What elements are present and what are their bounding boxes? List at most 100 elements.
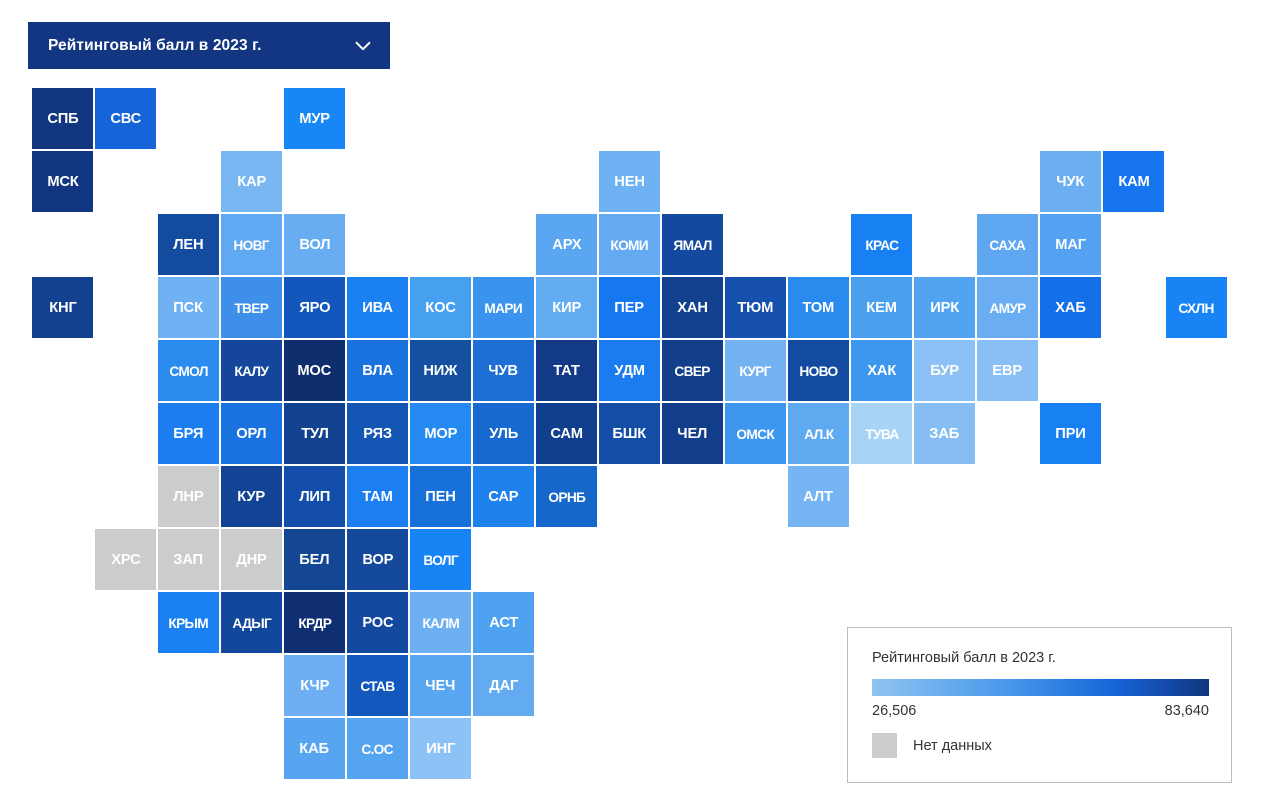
region-tile[interactable]: КАЛУ	[221, 340, 282, 401]
region-tile[interactable]: ПЕН	[410, 466, 471, 527]
region-tile[interactable]: ХАК	[851, 340, 912, 401]
region-tile[interactable]: КАЛМ	[410, 592, 471, 653]
region-tile[interactable]: САХА	[977, 214, 1038, 275]
region-tile[interactable]: КУР	[221, 466, 282, 527]
region-tile-label: КРЫМ	[168, 614, 209, 631]
region-tile[interactable]: НЕН	[599, 151, 660, 212]
region-tile[interactable]: ЧЕЛ	[662, 403, 723, 464]
region-tile[interactable]: С.ОС	[347, 718, 408, 779]
region-tile[interactable]: АСТ	[473, 592, 534, 653]
region-tile[interactable]: ВОЛГ	[410, 529, 471, 590]
region-tile-label: ЗАП	[173, 551, 204, 568]
region-tile[interactable]: АЛТ	[788, 466, 849, 527]
map-legend: Рейтинговый балл в 2023 г. 26,506 83,640…	[847, 627, 1232, 783]
region-tile[interactable]: МОР	[410, 403, 471, 464]
region-tile[interactable]: ВЛА	[347, 340, 408, 401]
region-tile[interactable]: ЯРО	[284, 277, 345, 338]
region-tile[interactable]: МУР	[284, 88, 345, 149]
region-tile[interactable]: МСК	[32, 151, 93, 212]
region-tile[interactable]: НОВГ	[221, 214, 282, 275]
region-tile-label: ДНР	[236, 551, 267, 568]
region-tile[interactable]: САР	[473, 466, 534, 527]
region-tile[interactable]: ИРК	[914, 277, 975, 338]
region-tile[interactable]: ХАБ	[1040, 277, 1101, 338]
region-tile-label: ОРЛ	[236, 425, 267, 442]
region-tile[interactable]: УДМ	[599, 340, 660, 401]
region-tile[interactable]: ЛНР	[158, 466, 219, 527]
region-tile[interactable]: ЯМАЛ	[662, 214, 723, 275]
metric-selector-dropdown[interactable]: Рейтинговый балл в 2023 г.	[28, 22, 390, 69]
region-tile[interactable]: ТУЛ	[284, 403, 345, 464]
region-tile[interactable]: СПБ	[32, 88, 93, 149]
region-tile[interactable]: ЛЕН	[158, 214, 219, 275]
region-tile[interactable]: СВЕР	[662, 340, 723, 401]
region-tile[interactable]: АДЫГ	[221, 592, 282, 653]
region-tile[interactable]: ИВА	[347, 277, 408, 338]
region-tile[interactable]: ЗАП	[158, 529, 219, 590]
region-tile[interactable]: ЧУК	[1040, 151, 1101, 212]
region-tile[interactable]: ОРНБ	[536, 466, 597, 527]
region-tile[interactable]: ПСК	[158, 277, 219, 338]
region-tile[interactable]: СМОЛ	[158, 340, 219, 401]
region-tile[interactable]: МАГ	[1040, 214, 1101, 275]
region-tile[interactable]: ПЕР	[599, 277, 660, 338]
region-tile[interactable]: НИЖ	[410, 340, 471, 401]
region-tile[interactable]: КРАС	[851, 214, 912, 275]
region-tile[interactable]: ТОМ	[788, 277, 849, 338]
region-tile[interactable]: БРЯ	[158, 403, 219, 464]
region-tile[interactable]: МОС	[284, 340, 345, 401]
region-tile[interactable]: КНГ	[32, 277, 93, 338]
region-tile[interactable]: ДАГ	[473, 655, 534, 716]
region-tile-label: ЧУВ	[488, 362, 519, 379]
region-tile-label: ХРС	[110, 551, 141, 568]
region-tile[interactable]: ЧУВ	[473, 340, 534, 401]
region-tile[interactable]: АЛ.К	[788, 403, 849, 464]
region-tile[interactable]: КРЫМ	[158, 592, 219, 653]
region-tile[interactable]: ИНГ	[410, 718, 471, 779]
region-tile[interactable]: КАМ	[1103, 151, 1164, 212]
region-tile[interactable]: МАРИ	[473, 277, 534, 338]
region-tile[interactable]: РОС	[347, 592, 408, 653]
region-tile[interactable]: КЧР	[284, 655, 345, 716]
region-tile[interactable]: ХАН	[662, 277, 723, 338]
region-tile[interactable]: АМУР	[977, 277, 1038, 338]
region-tile[interactable]: ЗАБ	[914, 403, 975, 464]
region-tile[interactable]: СХЛН	[1166, 277, 1227, 338]
region-tile[interactable]: ЛИП	[284, 466, 345, 527]
region-tile[interactable]: ОМСК	[725, 403, 786, 464]
region-tile[interactable]: ТВЕР	[221, 277, 282, 338]
region-tile[interactable]: ДНР	[221, 529, 282, 590]
region-tile[interactable]: КРДР	[284, 592, 345, 653]
region-tile-label: САМ	[550, 425, 583, 442]
region-tile-label: КРДР	[298, 614, 332, 631]
region-tile[interactable]: ПРИ	[1040, 403, 1101, 464]
region-tile[interactable]: КОС	[410, 277, 471, 338]
region-tile[interactable]: БУР	[914, 340, 975, 401]
region-tile[interactable]: ВОР	[347, 529, 408, 590]
region-tile[interactable]: ТАМ	[347, 466, 408, 527]
region-tile[interactable]: РЯЗ	[347, 403, 408, 464]
region-tile[interactable]: КАБ	[284, 718, 345, 779]
region-tile[interactable]: ТАТ	[536, 340, 597, 401]
region-tile[interactable]: БЕЛ	[284, 529, 345, 590]
region-tile[interactable]: ТЮМ	[725, 277, 786, 338]
region-tile[interactable]: КОМИ	[599, 214, 660, 275]
region-tile[interactable]: УЛЬ	[473, 403, 534, 464]
region-tile[interactable]: КУРГ	[725, 340, 786, 401]
region-tile[interactable]: КЕМ	[851, 277, 912, 338]
region-tile[interactable]: ОРЛ	[221, 403, 282, 464]
region-tile-label: РОС	[361, 614, 394, 631]
region-tile[interactable]: СВС	[95, 88, 156, 149]
region-tile[interactable]: КИР	[536, 277, 597, 338]
region-tile[interactable]: СТАВ	[347, 655, 408, 716]
region-tile[interactable]: БШК	[599, 403, 660, 464]
region-tile[interactable]: ЧЕЧ	[410, 655, 471, 716]
region-tile[interactable]: КАР	[221, 151, 282, 212]
region-tile[interactable]: НОВО	[788, 340, 849, 401]
region-tile[interactable]: ВОЛ	[284, 214, 345, 275]
region-tile[interactable]: АРХ	[536, 214, 597, 275]
region-tile[interactable]: ТУВА	[851, 403, 912, 464]
region-tile[interactable]: ХРС	[95, 529, 156, 590]
region-tile[interactable]: САМ	[536, 403, 597, 464]
region-tile[interactable]: ЕВР	[977, 340, 1038, 401]
